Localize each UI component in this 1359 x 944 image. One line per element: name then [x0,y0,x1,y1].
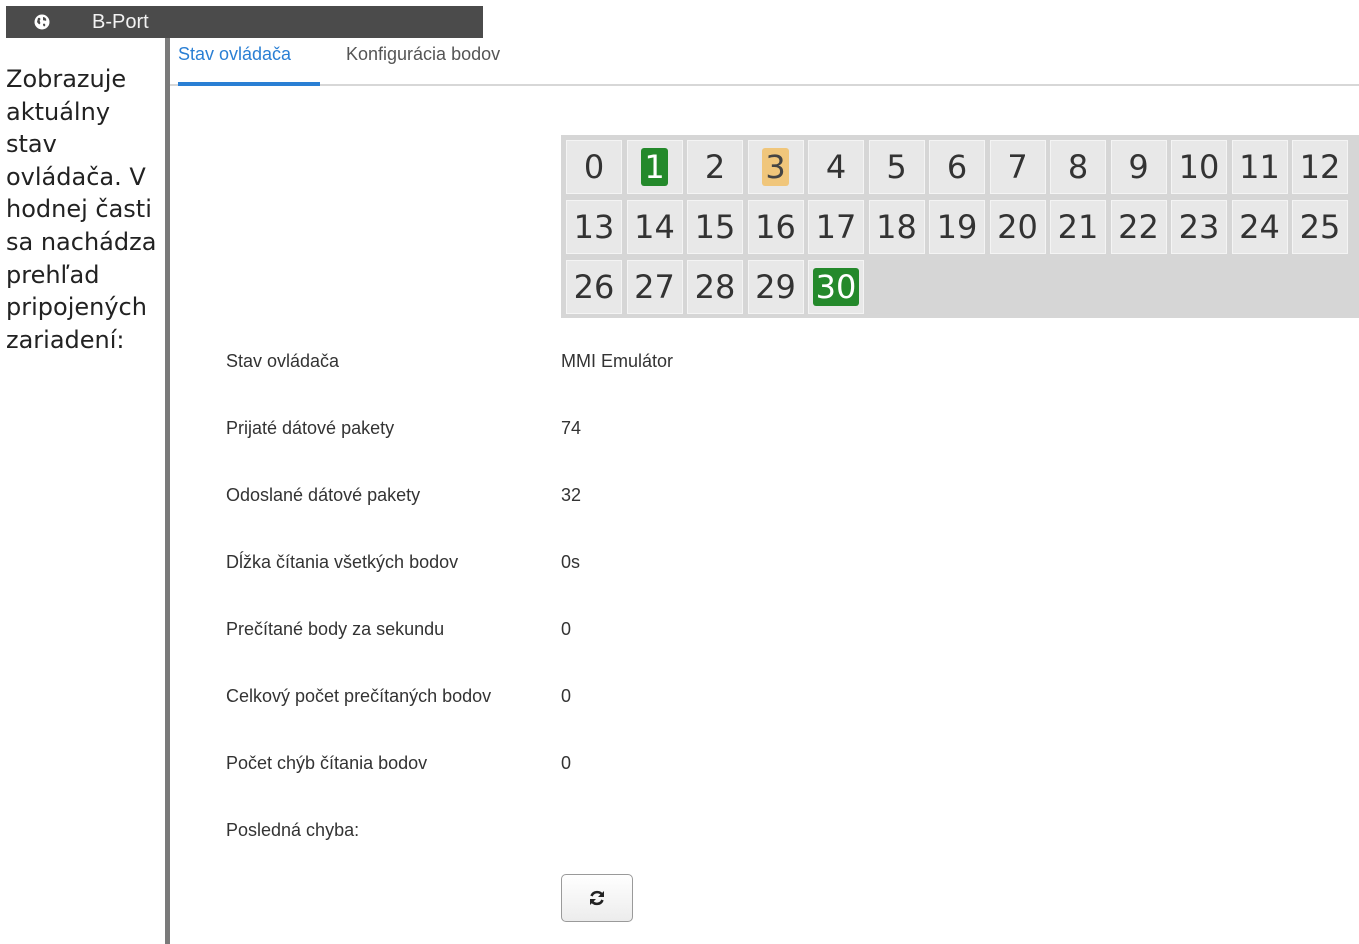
refresh-button[interactable] [561,874,633,922]
device-cell[interactable]: 5 [868,140,925,194]
device-id: 26 [573,268,615,306]
status-value: 32 [561,485,582,505]
device-id: 1 [641,148,668,186]
device-id: 0 [583,148,605,186]
tab-konfiguracia-bodov[interactable]: Konfigurácia bodov [346,44,500,82]
device-cell[interactable]: 12 [1292,140,1348,194]
device-id: 8 [1067,148,1089,186]
device-cell[interactable]: 29 [747,260,804,314]
device-cell[interactable]: 1 [626,140,683,194]
device-grid: 0 1 2 3 4 5 6 7 8 9 10 11 12 13 14 15 16 17 18 19 20 21 22 23 24… [561,135,1359,318]
device-cell[interactable]: 23 [1171,200,1227,254]
device-id: 11 [1239,148,1280,186]
window-titlebar: B-Port [6,6,483,38]
globe-icon [34,14,50,30]
device-cell[interactable]: 15 [687,200,743,254]
device-cell[interactable]: 22 [1110,200,1167,254]
status-label: Počet chýb čítania bodov [226,753,428,773]
device-id: 7 [1007,148,1028,186]
device-cell[interactable]: 9 [1110,140,1167,194]
device-cell[interactable]: 20 [989,200,1046,254]
status-label: Posledná chyba: [226,820,360,840]
device-cell[interactable]: 14 [626,200,683,254]
refresh-icon [590,890,604,906]
status-label: Prečítané body za sekundu [226,619,445,639]
device-id: 4 [825,148,847,186]
app-title: B-Port [92,11,149,33]
device-cell[interactable]: 10 [1171,140,1227,194]
device-id: 20 [997,208,1038,246]
device-cell[interactable]: 24 [1231,200,1288,254]
status-label: Dĺžka čítania všetkých bodov [226,552,459,572]
device-id: 14 [634,208,675,246]
tab-stav-ovladaca[interactable]: Stav ovládača [178,44,320,86]
device-cell[interactable]: 13 [566,200,622,254]
device-cell[interactable]: 2 [687,140,743,194]
status-value: 0 [561,686,572,706]
device-id: 30 [812,268,860,306]
device-id: 25 [1299,208,1341,246]
device-id: 12 [1299,148,1341,186]
device-cell[interactable]: 21 [1050,200,1106,254]
device-cell[interactable]: 8 [1050,140,1106,194]
device-cell[interactable]: 3 [747,140,804,194]
device-cell[interactable]: 26 [566,260,622,314]
controller-panel: Stav ovládača Konfigurácia bodov 0123456… [165,38,1359,944]
status-label: Celkový počet prečítaných bodov [226,686,492,706]
device-id: 23 [1178,208,1220,246]
device-id: 9 [1128,148,1149,186]
device-cell[interactable]: 27 [626,260,683,314]
device-cell[interactable]: 0 [566,140,622,194]
status-value: 74 [561,418,582,438]
device-id: 22 [1118,208,1159,246]
device-id: 16 [755,208,796,246]
device-id: 18 [876,208,917,246]
device-cell[interactable]: 25 [1292,200,1348,254]
status-value: 0 [561,753,572,773]
device-id: 5 [886,148,907,186]
device-id: 13 [573,208,615,246]
device-id: 10 [1178,148,1220,186]
status-label: Stav ovládača [226,351,340,371]
device-id: 6 [946,148,968,186]
device-cell[interactable]: 28 [687,260,743,314]
device-id: 15 [694,208,736,246]
device-id: 28 [694,268,736,306]
device-id: 21 [1057,208,1099,246]
device-cell[interactable]: 6 [929,140,985,194]
device-id: 29 [755,268,796,306]
device-id: 2 [704,148,726,186]
device-id: 24 [1239,208,1280,246]
status-value: 0 [561,619,572,639]
device-cell[interactable]: 18 [868,200,925,254]
tab-bar: Stav ovládača Konfigurácia bodov [170,38,1359,86]
doc-description: Zobrazuje aktuálny stav ovládača. V hodn… [6,65,157,354]
status-label: Prijaté dátové pakety [226,418,395,438]
status-value: 0s [561,552,581,572]
device-cell[interactable]: 30 [808,260,864,314]
device-id: 17 [815,208,857,246]
device-cell[interactable]: 19 [929,200,985,254]
device-cell[interactable]: 7 [989,140,1046,194]
device-cell[interactable]: 16 [747,200,804,254]
device-cell[interactable]: 11 [1231,140,1288,194]
device-cell[interactable]: 4 [808,140,864,194]
device-id: 3 [762,148,789,186]
device-cell[interactable]: 17 [808,200,864,254]
status-value: MMI Emulátor [561,351,674,371]
device-id: 19 [936,208,978,246]
device-id: 27 [634,268,675,306]
status-label: Odoslané dátové pakety [226,485,421,505]
